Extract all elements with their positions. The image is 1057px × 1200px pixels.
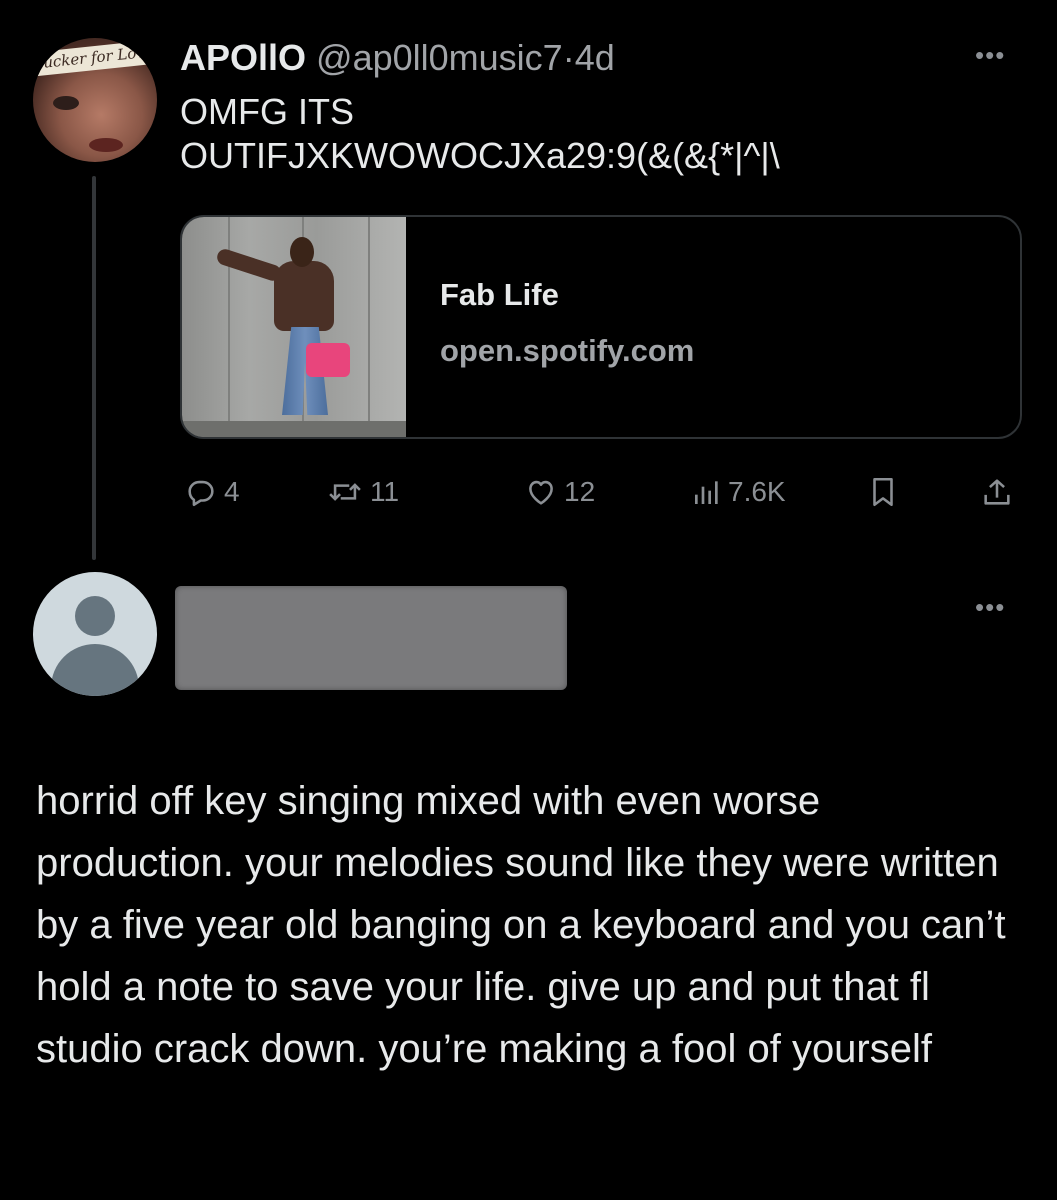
thumbnail-coat xyxy=(274,261,334,331)
avatar-mouth xyxy=(89,138,123,152)
tweet-header: APOllO @ap0ll0music7·4d xyxy=(180,36,615,80)
card-title: Fab Life xyxy=(440,277,559,312)
more-dots-icon[interactable]: ••• xyxy=(975,42,1005,68)
reply-button[interactable]: 4 xyxy=(184,472,240,512)
separator: · xyxy=(562,37,575,78)
link-card[interactable]: Fab Life open.spotify.com xyxy=(180,215,1022,439)
thread-line xyxy=(92,176,96,560)
wall-seam xyxy=(368,217,370,437)
display-name[interactable]: APOllO xyxy=(180,37,306,78)
views-count: 7.6K xyxy=(728,476,786,507)
thumbnail-head xyxy=(290,237,314,267)
more-dots-icon[interactable]: ••• xyxy=(975,594,1005,620)
heart-icon xyxy=(529,480,553,505)
handle[interactable]: @ap0ll0music7 xyxy=(316,37,563,78)
retweet-count: 11 xyxy=(370,476,400,507)
retweet-icon xyxy=(329,483,361,501)
reply-count: 4 xyxy=(224,476,240,507)
thumbnail-bag xyxy=(306,343,350,377)
retweet-button[interactable]: 11 xyxy=(326,472,399,512)
thumbnail-ground xyxy=(182,421,406,437)
default-avatar-body xyxy=(51,644,139,696)
like-button[interactable]: 12 xyxy=(524,472,595,512)
reply-icon xyxy=(188,480,214,507)
bookmark-button[interactable] xyxy=(868,472,898,512)
card-thumbnail xyxy=(182,217,406,437)
tweet-text: OMFG ITS OUTIFJXKWOWOCJXa29:9(&(&{*|^|\ xyxy=(180,91,780,176)
share-button[interactable] xyxy=(980,472,1014,512)
redacted-username-bar xyxy=(175,586,567,690)
views-button[interactable]: 7.6K xyxy=(692,472,786,512)
default-avatar-head xyxy=(75,596,115,636)
share-icon xyxy=(984,479,1010,505)
timestamp[interactable]: 4d xyxy=(575,37,615,78)
default-avatar[interactable] xyxy=(33,572,157,696)
bookmark-icon xyxy=(873,477,893,507)
like-count: 12 xyxy=(564,476,596,507)
card-domain: open.spotify.com xyxy=(440,333,695,368)
thumbnail-arm xyxy=(215,247,283,283)
avatar-eye xyxy=(53,96,79,110)
views-bar-chart-icon xyxy=(695,481,718,504)
reply-text: horrid off key singing mixed with even w… xyxy=(36,779,1006,1071)
author-avatar[interactable]: ucker for Love xyxy=(33,38,157,162)
